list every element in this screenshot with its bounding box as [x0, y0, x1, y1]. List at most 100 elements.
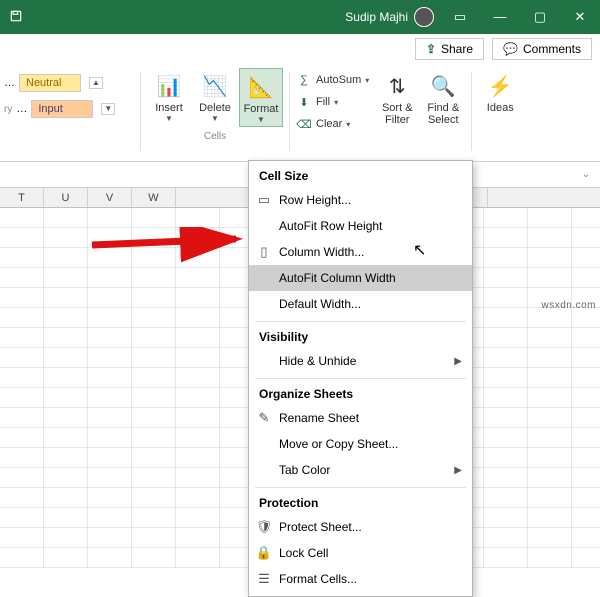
find-label: Find & [427, 102, 459, 114]
cells-group: 📊 Insert ▼ 📉 Delete ▼ 📐 Format ▼ Cells [147, 68, 283, 142]
watermark: wsxdn.com [541, 300, 596, 311]
ideas-label: Ideas [487, 102, 514, 114]
cell-styles-group: … Neutral ▲ ry … Input ▼ [4, 68, 134, 120]
menu-label: Rename Sheet [279, 411, 359, 425]
share-icon: ⇪ [426, 42, 436, 56]
styles-more[interactable]: ▼ [101, 103, 115, 115]
comments-label: Comments [523, 42, 581, 56]
style-ry: ry [4, 104, 12, 115]
column-header[interactable]: W [132, 188, 176, 207]
menu-column-width[interactable]: ▯ Column Width... [249, 239, 472, 265]
delete-button[interactable]: 📉 Delete ▼ [193, 68, 237, 127]
menu-protect-sheet[interactable]: 🛡 Protect Sheet... [249, 514, 472, 540]
submenu-arrow-icon: ▶ [454, 356, 462, 367]
chevron-down-icon: ▼ [211, 114, 219, 123]
column-header[interactable]: T [0, 188, 44, 207]
minimize-button[interactable]: — [480, 0, 520, 34]
menu-label: Tab Color [279, 463, 330, 477]
menu-header-cellsize: Cell Size [249, 165, 472, 187]
column-width-icon: ▯ [255, 244, 273, 260]
sort-find-group: ⇅ Sort & Filter 🔍 Find & Select [375, 68, 465, 128]
autosum-label: AutoSum [316, 74, 361, 86]
sort-filter-button[interactable]: ⇅ Sort & Filter [375, 68, 419, 128]
menu-autofit-row[interactable]: AutoFit Row Height [249, 213, 472, 239]
style-input[interactable]: Input [31, 100, 93, 118]
format-label: Format [244, 103, 279, 115]
expand-formula-bar[interactable]: ⌄ [576, 169, 596, 180]
chevron-down-icon: ▼ [165, 114, 173, 123]
comments-button[interactable]: 💬 Comments [492, 38, 592, 60]
find-icon: 🔍 [431, 70, 456, 102]
maximize-button[interactable]: ▢ [520, 0, 560, 34]
menu-label: Format Cells... [279, 572, 357, 586]
clear-label: Clear [316, 118, 342, 130]
menu-format-cells[interactable]: ☰ Format Cells... [249, 566, 472, 592]
find-select-button[interactable]: 🔍 Find & Select [421, 68, 465, 128]
clear-icon: ⌫ [296, 118, 312, 131]
select-label: Select [428, 114, 459, 126]
rename-icon: ✎ [255, 410, 273, 426]
user-account[interactable]: Sudip Majhi [339, 7, 440, 27]
menu-row-height[interactable]: ▭ Row Height... [249, 187, 472, 213]
menu-label: AutoFit Row Height [279, 219, 382, 233]
menu-tab-color[interactable]: Tab Color ▶ [249, 457, 472, 483]
share-label: Share [441, 42, 473, 56]
menu-hide-unhide[interactable]: Hide & Unhide ▶ [249, 348, 472, 374]
ribbon-display-options[interactable]: ▭ [440, 0, 480, 34]
column-header[interactable]: U [44, 188, 88, 207]
menu-header-organize: Organize Sheets [249, 383, 472, 405]
delete-icon: 📉 [203, 70, 228, 102]
ideas-group: ⚡ Ideas [478, 68, 522, 116]
editing-group: ∑ AutoSum ▾ ⬇ Fill ▾ ⌫ Clear ▾ [296, 68, 369, 134]
cells-group-label: Cells [204, 131, 226, 142]
share-bar: ⇪ Share 💬 Comments [0, 34, 600, 64]
menu-label: Protect Sheet... [279, 520, 362, 534]
avatar [414, 7, 434, 27]
filter-label: Filter [385, 114, 409, 126]
comment-icon: 💬 [503, 42, 518, 56]
chevron-down-icon: ▼ [257, 115, 265, 124]
column-header[interactable]: V [88, 188, 132, 207]
format-dropdown-menu: Cell Size ▭ Row Height... AutoFit Row He… [248, 160, 473, 597]
menu-label: Hide & Unhide [279, 354, 356, 368]
fill-icon: ⬇ [296, 96, 312, 109]
clear-button[interactable]: ⌫ Clear ▾ [296, 114, 369, 134]
menu-autofit-column[interactable]: AutoFit Column Width [249, 265, 472, 291]
chevron-down-icon: ▾ [346, 120, 350, 129]
autosum-button[interactable]: ∑ AutoSum ▾ [296, 70, 369, 90]
menu-label: Move or Copy Sheet... [279, 437, 398, 451]
format-cells-icon: ☰ [255, 571, 273, 587]
share-button[interactable]: ⇪ Share [415, 38, 484, 60]
ideas-button[interactable]: ⚡ Ideas [478, 68, 522, 116]
submenu-arrow-icon: ▶ [454, 465, 462, 476]
menu-label: Column Width... [279, 245, 364, 259]
menu-label: AutoFit Column Width [279, 271, 396, 285]
sort-filter-icon: ⇅ [389, 70, 406, 102]
lock-icon: 🔒 [255, 545, 273, 561]
fill-label: Fill [316, 96, 330, 108]
menu-move-copy[interactable]: Move or Copy Sheet... [249, 431, 472, 457]
row-height-icon: ▭ [255, 192, 273, 208]
format-button[interactable]: 📐 Format ▼ [239, 68, 283, 127]
insert-icon: 📊 [157, 70, 182, 102]
insert-button[interactable]: 📊 Insert ▼ [147, 68, 191, 127]
fill-button[interactable]: ⬇ Fill ▾ [296, 92, 369, 112]
menu-label: Default Width... [279, 297, 361, 311]
close-button[interactable]: ✕ [560, 0, 600, 34]
style-ellipsis: … [4, 77, 15, 89]
menu-header-visibility: Visibility [249, 326, 472, 348]
insert-label: Insert [155, 102, 183, 114]
sort-label: Sort & [382, 102, 413, 114]
menu-lock-cell[interactable]: 🔒 Lock Cell [249, 540, 472, 566]
delete-label: Delete [199, 102, 231, 114]
format-icon: 📐 [249, 71, 274, 103]
menu-header-protection: Protection [249, 492, 472, 514]
style-neutral[interactable]: Neutral [19, 74, 81, 92]
chevron-down-icon: ▾ [334, 98, 338, 107]
ribbon: … Neutral ▲ ry … Input ▼ 📊 Insert ▼ 📉 De… [0, 64, 600, 162]
autosave-toggle[interactable] [0, 9, 32, 26]
menu-default-width[interactable]: Default Width... [249, 291, 472, 317]
styles-up[interactable]: ▲ [89, 77, 103, 89]
protect-icon: 🛡 [255, 519, 273, 535]
menu-rename-sheet[interactable]: ✎ Rename Sheet [249, 405, 472, 431]
